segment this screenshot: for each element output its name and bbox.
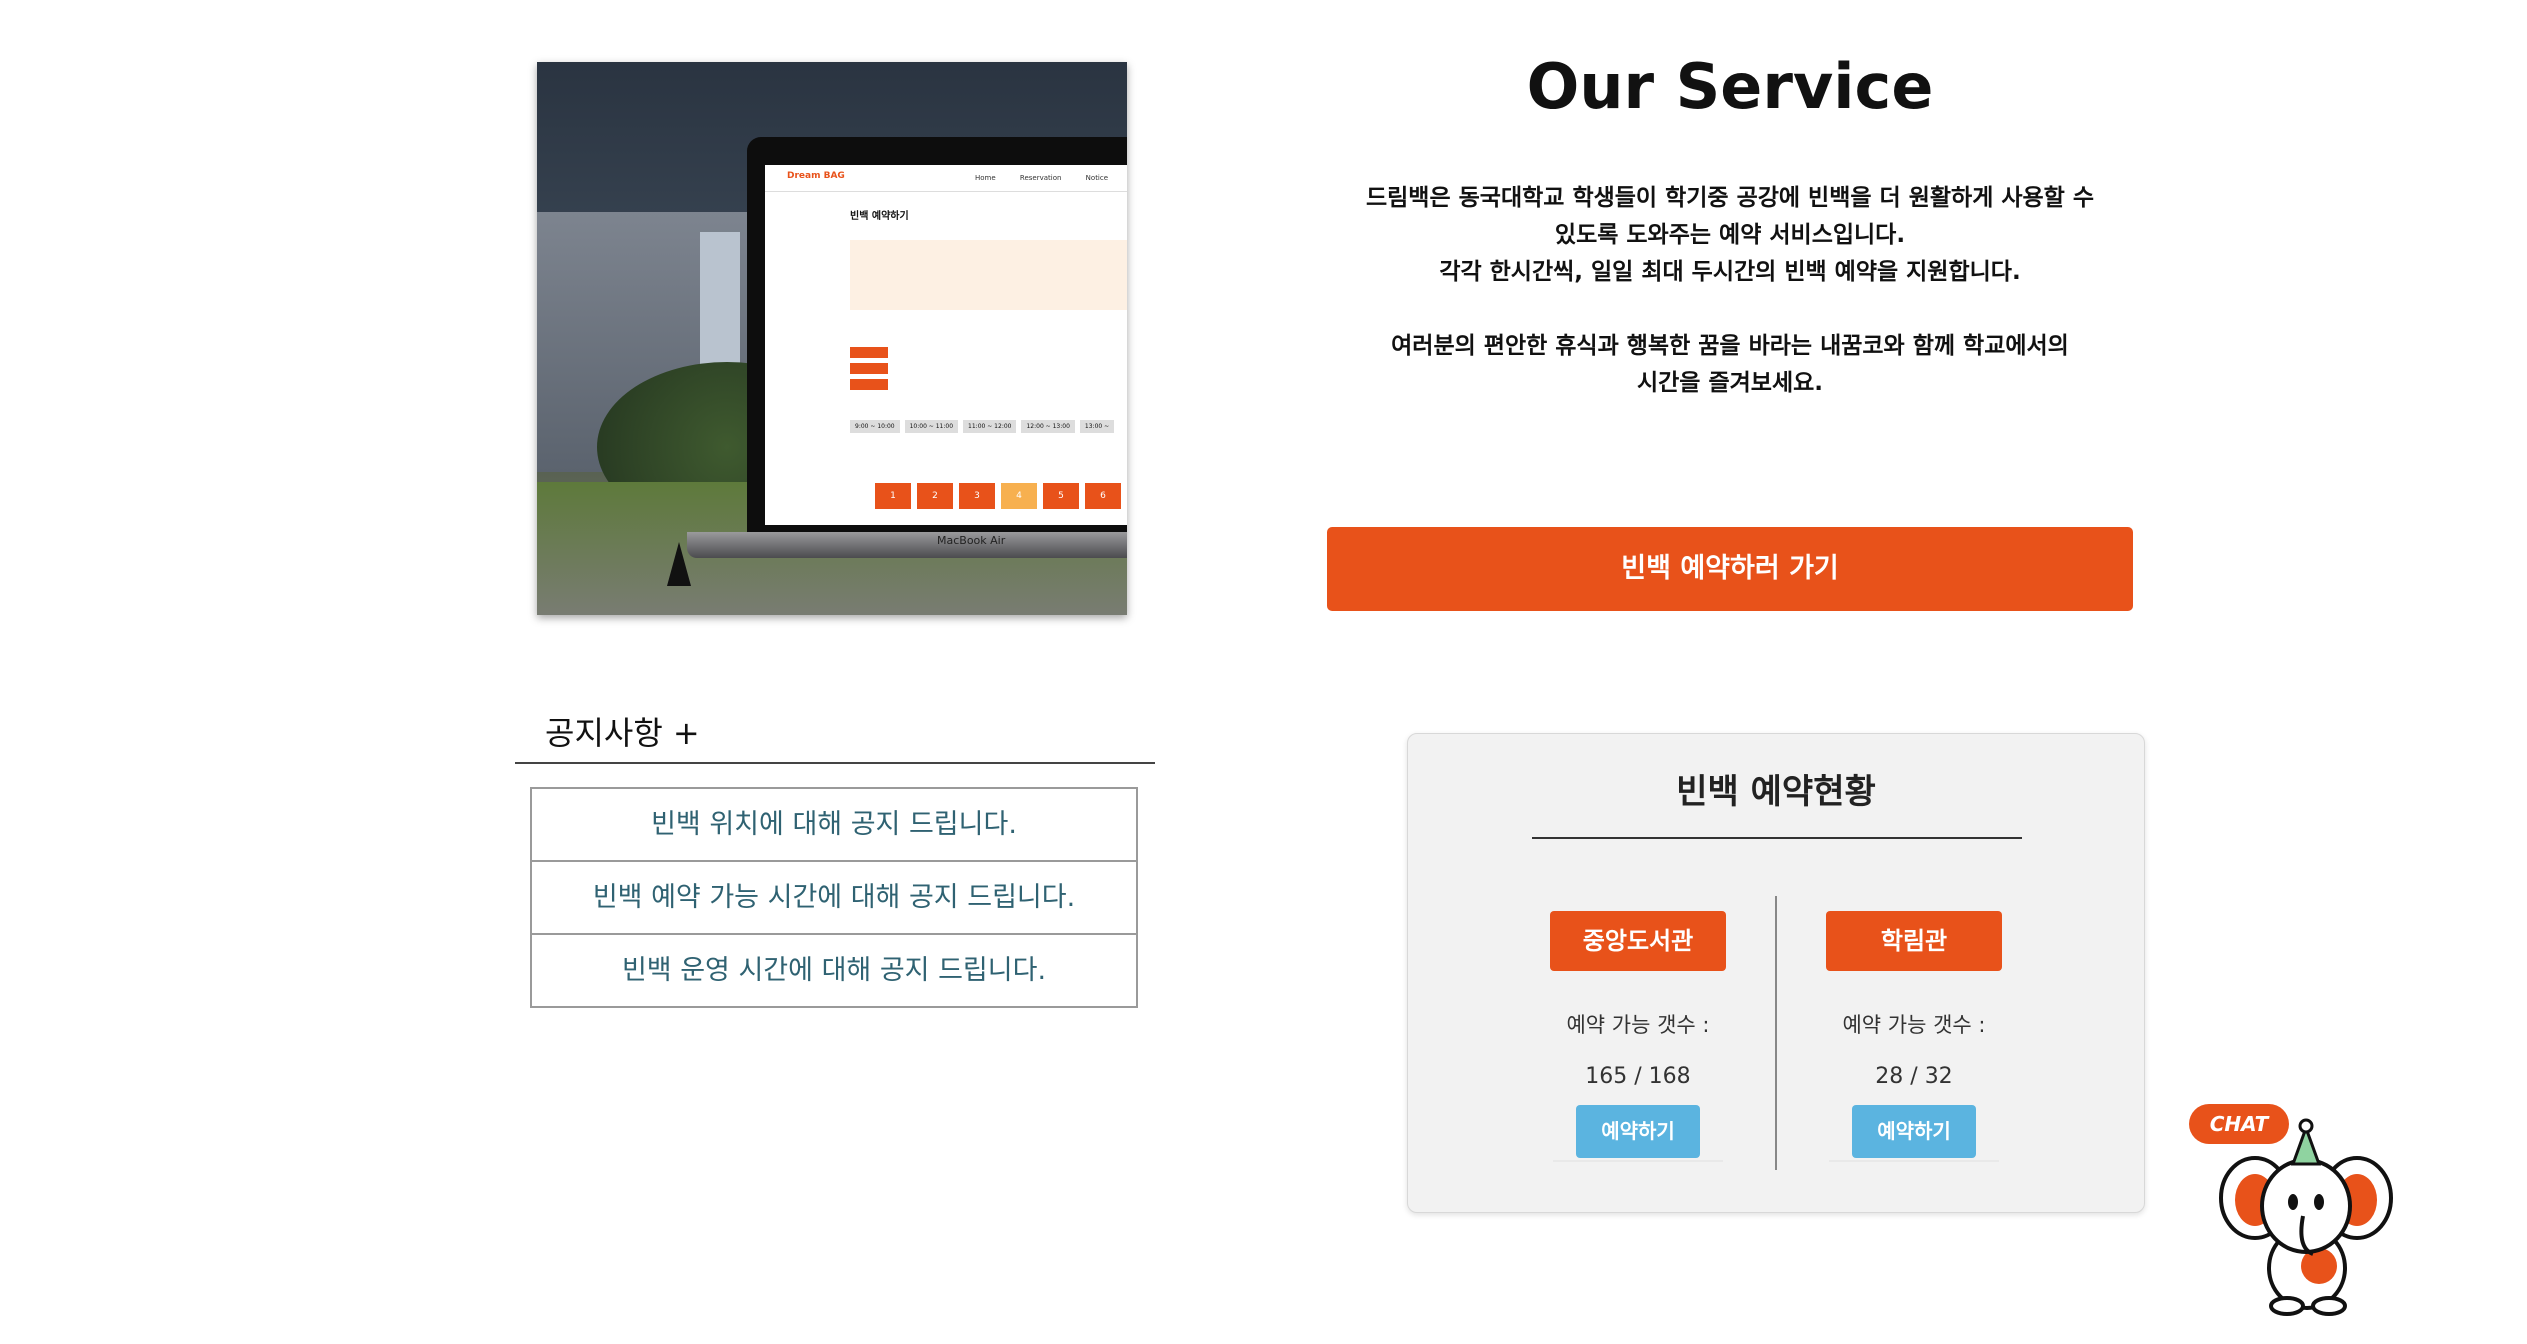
notice-item[interactable]: 빈백 예약 가능 시간에 대해 공지 드립니다. xyxy=(530,860,1138,935)
screen-seat: 3 xyxy=(959,483,995,509)
facility-haklim-hall: 학림관 예약 가능 갯수 : 28 / 32 예약하기 xyxy=(1804,911,2024,1162)
notice-item[interactable]: 빈백 운영 시간에 대해 공지 드립니다. xyxy=(530,933,1138,1008)
screen-seats: 123456 xyxy=(875,483,1127,509)
facility-name: 학림관 xyxy=(1826,911,2002,971)
screen-seat: 2 xyxy=(917,483,953,509)
building-banner xyxy=(700,232,740,382)
screen-row xyxy=(850,343,970,358)
reserve-button[interactable]: 예약하기 xyxy=(1576,1105,1700,1158)
screen-seat: 6 xyxy=(1085,483,1121,509)
reservation-status-card: 빈백 예약현황 중앙도서관 예약 가능 갯수 : 165 / 168 예약하기 … xyxy=(1407,733,2145,1213)
status-title: 빈백 예약현황 xyxy=(1676,772,1876,812)
chat-widget[interactable]: CHAT xyxy=(2185,1098,2415,1318)
service-desc-line: 각각 한시간씩, 일일 최대 두시간의 빈백 예약을 지원합니다. xyxy=(1439,259,2021,285)
screen-nav-reservation: Reservation xyxy=(1019,174,1062,182)
laptop-screen: Dream BAG Home Reservation Notice 빈백 예약하… xyxy=(765,165,1127,525)
notice-list: 빈백 위치에 대해 공지 드립니다. 빈백 예약 가능 시간에 대해 공지 드립… xyxy=(530,787,1138,1008)
screen-seat-selected: 4 xyxy=(1001,483,1037,509)
availability-label: 예약 가능 갯수 : xyxy=(1842,1013,1986,1037)
screen-time-slot: 12:00 ~ 13:00 xyxy=(1021,420,1075,433)
notice-item[interactable]: 빈백 위치에 대해 공지 드립니다. xyxy=(530,787,1138,862)
service-desc-line: 있도록 도와주는 예약 서비스입니다. xyxy=(1554,222,1906,248)
screen-times: 9:00 ~ 10:00 10:00 ~ 11:00 11:00 ~ 12:00 12… xyxy=(850,420,1119,433)
service-desc-line: 여러분의 편안한 휴식과 행복한 꿈을 바라는 내꿈코와 함께 학교에서의 xyxy=(1391,333,2069,359)
availability-label: 예약 가능 갯수 : xyxy=(1566,1013,1710,1037)
button-shadow xyxy=(1829,1160,1999,1162)
go-reserve-button[interactable]: 빈백 예약하러 가기 xyxy=(1327,527,2133,611)
screen-row xyxy=(850,375,970,390)
service-desc-line: 드림백은 동국대학교 학생들이 학기중 공강에 빈백을 더 원활하게 사용할 수 xyxy=(1365,185,2095,211)
availability-count: 165 / 168 xyxy=(1585,1064,1691,1089)
screen-nav-home: Home xyxy=(975,174,996,182)
notice-title-link[interactable]: 공지사항 + xyxy=(545,708,700,754)
screen-nav-notice: Notice xyxy=(1085,174,1109,182)
screen-row xyxy=(850,359,970,374)
elephant-mascot-icon[interactable] xyxy=(2185,1098,2415,1318)
facility-name: 중앙도서관 xyxy=(1550,911,1726,971)
screen-links: Home Reservation Notice xyxy=(975,174,1127,182)
screen-nav: Dream BAG Home Reservation Notice xyxy=(765,165,1127,192)
screen-time-slot: 10:00 ~ 11:00 xyxy=(904,420,959,433)
screen-seat: 5 xyxy=(1043,483,1079,509)
facility-central-library: 중앙도서관 예약 가능 갯수 : 165 / 168 예약하기 xyxy=(1528,911,1748,1162)
availability-count: 28 / 32 xyxy=(1875,1064,1953,1089)
screen-logo: Dream BAG xyxy=(787,171,845,181)
service-desc-line: 시간을 즐겨보세요. xyxy=(1636,370,1824,396)
laptop-base: MacBook Air xyxy=(687,532,1127,558)
screen-time-slot: 9:00 ~ 10:00 xyxy=(850,420,900,433)
reserve-button[interactable]: 예약하기 xyxy=(1852,1105,1976,1158)
service-title: Our Service xyxy=(1526,50,1934,123)
hero-image: Dream BAG Home Reservation Notice 빈백 예약하… xyxy=(537,62,1127,615)
status-title-rule xyxy=(1532,837,2022,839)
screen-notice-box xyxy=(850,240,1127,310)
button-shadow xyxy=(1553,1160,1723,1162)
status-divider xyxy=(1775,896,1777,1170)
screen-seat: 1 xyxy=(875,483,911,509)
screen-time-slot: 11:00 ~ 12:00 xyxy=(963,420,1017,433)
notice-header: 공지사항 + xyxy=(515,700,1155,764)
laptop-mockup: Dream BAG Home Reservation Notice 빈백 예약하… xyxy=(687,137,1127,558)
screen-time-slot: 13:00 ~ xyxy=(1079,420,1115,433)
screen-title: 빈백 예약하기 xyxy=(850,211,909,222)
service-description: 드림백은 동국대학교 학생들이 학기중 공강에 빈백을 더 원활하게 사용할 수… xyxy=(1300,180,2160,402)
laptop-brand: MacBook Air xyxy=(937,534,1006,547)
